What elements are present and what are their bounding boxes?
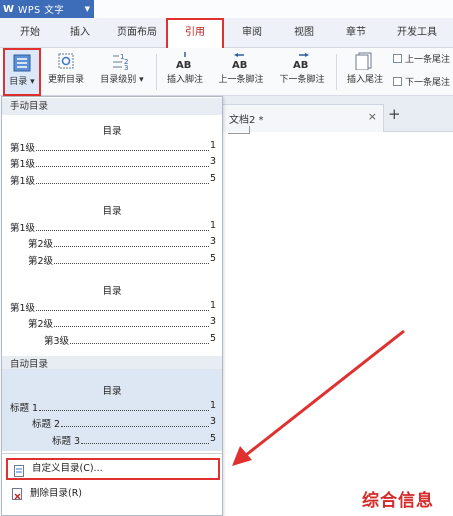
custom-toc-label: 自定义目录(C)... bbox=[32, 463, 103, 474]
tab-review[interactable]: 审阅 bbox=[232, 18, 272, 48]
app-name: WPS 文字 bbox=[18, 5, 65, 16]
ribbon-tabs: 开始 插入 页面布局 引用 审阅 视图 章节 开发工具 bbox=[0, 18, 453, 48]
tab-home[interactable]: 开始 bbox=[10, 18, 50, 48]
title-bar: W WPS 文字 ▼ bbox=[0, 0, 453, 18]
document-tab[interactable]: 文档2 * × bbox=[222, 104, 384, 132]
menu-divider bbox=[2, 453, 222, 454]
toc-preview-line: 第3级 5 bbox=[44, 333, 216, 347]
toc-preview-title: 目录 bbox=[102, 286, 122, 297]
ribbon-divider bbox=[156, 54, 157, 90]
chevron-down-icon: ▾ bbox=[136, 75, 144, 85]
tab-insert[interactable]: 插入 bbox=[60, 18, 100, 48]
page-margin-marker bbox=[249, 126, 250, 134]
toc-level-icon: 1 2 3 bbox=[113, 53, 128, 70]
tab-chapter[interactable]: 章节 bbox=[336, 18, 376, 48]
update-toc-button[interactable]: 更新目录 bbox=[44, 48, 88, 96]
toc-preview-line: 标题 23 bbox=[32, 416, 216, 430]
delete-toc-label: 删除目录(R) bbox=[30, 488, 83, 499]
app-menu-button[interactable]: W WPS 文字 ▼ bbox=[0, 0, 94, 18]
insert-endnote-label: 插入尾注 bbox=[346, 75, 383, 85]
next-footnote-button[interactable]: AB 下一条脚注 bbox=[272, 48, 332, 96]
next-footnote-label: 下一条脚注 bbox=[279, 75, 325, 85]
toc-preview-line: 标题 11 bbox=[10, 400, 216, 414]
ribbon-references: 目录 ▾ 更新目录 1 2 3 目录级别 ▾ AB 插入脚注 AB 上一条脚注 … bbox=[0, 48, 453, 96]
tab-references[interactable]: 引用 bbox=[166, 18, 224, 48]
toc-preview-line: 第1级 1 bbox=[10, 300, 216, 314]
toc-preview-line: 第1级 1 bbox=[10, 140, 216, 154]
toc-button-label: 目录 bbox=[9, 77, 28, 87]
toc-style-option[interactable]: 目录 第1级 1 第2级 3 第3级 5 bbox=[2, 277, 222, 349]
next-endnote-icon bbox=[393, 77, 402, 86]
prev-footnote-button[interactable]: AB 上一条脚注 bbox=[212, 48, 270, 96]
toc-button[interactable]: 目录 ▾ bbox=[3, 48, 41, 96]
toc-style-option[interactable]: 目录 第1级 1 第2级 3 第2级 5 bbox=[2, 197, 222, 269]
svg-text:AB: AB bbox=[293, 60, 308, 70]
toc-preview-line: 第2级 3 bbox=[28, 236, 216, 250]
insert-endnote-icon bbox=[355, 52, 372, 70]
toc-preview-title: 目录 bbox=[102, 386, 122, 397]
svg-text:AB: AB bbox=[232, 60, 247, 70]
toc-preview-line: 第1级 5 bbox=[10, 173, 216, 187]
new-tab-icon[interactable]: + bbox=[388, 105, 401, 123]
next-endnote-button[interactable]: 下一条尾注 bbox=[393, 75, 450, 88]
auto-toc-option[interactable]: 目录 标题 11 标题 23 标题 35 bbox=[2, 377, 222, 449]
toc-level-button[interactable]: 1 2 3 目录级别 ▾ bbox=[92, 48, 152, 96]
prev-footnote-icon: AB bbox=[232, 53, 247, 70]
wps-logo-icon: W bbox=[3, 3, 15, 15]
close-icon[interactable]: × bbox=[368, 110, 377, 123]
prev-footnote-label: 上一条脚注 bbox=[218, 75, 264, 85]
toc-preview-line: 第2级 3 bbox=[28, 316, 216, 330]
tab-view[interactable]: 视图 bbox=[284, 18, 324, 48]
insert-footnote-icon: AB bbox=[176, 52, 191, 70]
watermark-text: 综合信息 bbox=[362, 491, 434, 511]
toc-preview-line: 标题 35 bbox=[52, 433, 216, 447]
prev-endnote-icon bbox=[393, 54, 402, 63]
toc-level-label: 目录级别 bbox=[100, 75, 137, 85]
prev-endnote-button[interactable]: 上一条尾注 bbox=[393, 52, 450, 65]
insert-footnote-button[interactable]: AB 插入脚注 bbox=[160, 48, 210, 96]
toc-preview-line: 第1级 1 bbox=[10, 220, 216, 234]
svg-text:AB: AB bbox=[176, 60, 191, 70]
page-margin-marker bbox=[228, 133, 250, 134]
chevron-down-icon: ▼ bbox=[84, 5, 90, 13]
insert-endnote-button[interactable]: 插入尾注 bbox=[340, 48, 390, 96]
tab-page-layout[interactable]: 页面布局 bbox=[108, 18, 166, 48]
toc-preview-line: 第1级 3 bbox=[10, 156, 216, 170]
tab-developer[interactable]: 开发工具 bbox=[388, 18, 446, 48]
ribbon-divider bbox=[336, 54, 337, 90]
document-tab-label: 文档2 * bbox=[229, 115, 264, 126]
toc-preview-title: 目录 bbox=[102, 206, 122, 217]
prev-endnote-label: 上一条尾注 bbox=[405, 55, 451, 65]
manual-toc-header: 手动目录 bbox=[2, 98, 222, 115]
toc-style-option[interactable]: 目录 第1级 1 第1级 3 第1级 5 bbox=[2, 117, 222, 189]
update-toc-label: 更新目录 bbox=[47, 75, 84, 85]
document-tab-strip: 文档2 * × + bbox=[222, 96, 453, 132]
custom-toc-menu-item[interactable]: 自定义目录(C)... bbox=[6, 458, 220, 480]
delete-toc-menu-item[interactable]: 删除目录(R) bbox=[6, 483, 220, 505]
toc-dropdown: 手动目录 目录 第1级 1 第1级 3 第1级 5 目录 第1级 1 第2级 3 第2级 5… bbox=[1, 96, 223, 516]
document-icon bbox=[14, 465, 24, 477]
refresh-icon bbox=[58, 53, 74, 69]
toc-icon bbox=[13, 54, 31, 72]
next-endnote-label: 下一条尾注 bbox=[405, 78, 451, 88]
delete-document-icon bbox=[12, 488, 22, 500]
insert-footnote-label: 插入脚注 bbox=[166, 75, 203, 85]
svg-text:3: 3 bbox=[124, 64, 128, 70]
toc-preview-title: 目录 bbox=[102, 126, 122, 137]
next-footnote-icon: AB bbox=[293, 53, 309, 70]
toc-preview-line: 第2级 5 bbox=[28, 253, 216, 267]
chevron-down-icon: ▾ bbox=[27, 77, 35, 87]
